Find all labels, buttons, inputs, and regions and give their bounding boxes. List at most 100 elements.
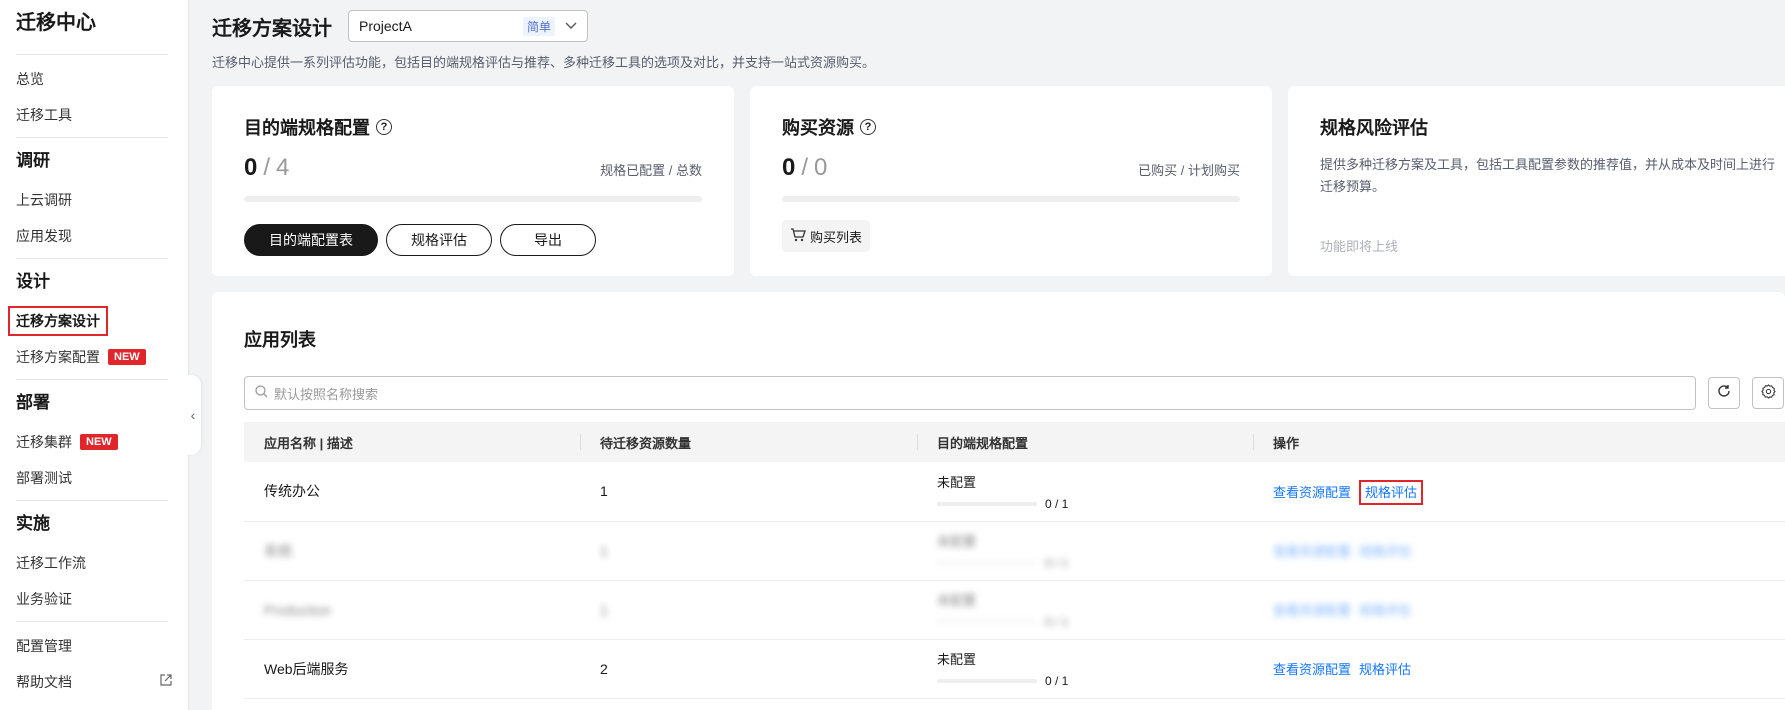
new-badge: NEW bbox=[108, 349, 146, 365]
sidebar-item-cloud-survey[interactable]: 上云调研 bbox=[16, 182, 188, 218]
sidebar-item-workflow[interactable]: 迁移工作流 bbox=[16, 545, 188, 581]
sidebar-item-help-docs[interactable]: 帮助文档 bbox=[16, 664, 188, 700]
spec-assess-link[interactable]: 规格评估 bbox=[1359, 479, 1424, 505]
coming-soon-label: 功能即将上线 bbox=[1320, 239, 1399, 254]
sidebar-item-migration-design[interactable]: 迁移方案设计 bbox=[8, 303, 188, 339]
operations-cell: 查看资源配置 规格评估 bbox=[1253, 639, 1785, 699]
resource-count: 1 bbox=[600, 601, 608, 618]
app-name-cell: Production bbox=[244, 580, 580, 640]
column-header: 操作 bbox=[1253, 422, 1785, 462]
operations-cell: 查看资源配置 规格评估 bbox=[1253, 580, 1785, 640]
progress-bar bbox=[782, 196, 1240, 202]
chevron-down-icon bbox=[565, 19, 577, 33]
sidebar-item-deploy-test[interactable]: 部署测试 bbox=[16, 460, 188, 496]
view-resource-config-link[interactable]: 查看资源配置 bbox=[1273, 662, 1351, 677]
app-name-cell: 传统办公 bbox=[244, 462, 580, 522]
column-header[interactable]: 应用名称 | 描述 bbox=[244, 422, 580, 462]
spec-assess-link[interactable]: 规格评估 bbox=[1359, 603, 1411, 618]
search-input[interactable]: 默认按照名称搜索 bbox=[244, 376, 1696, 410]
operations: 查看资源配置 规格评估 bbox=[1273, 543, 1419, 559]
sidebar-item-label: 迁移方案配置 bbox=[16, 349, 100, 365]
config-progress: 0 / 1 bbox=[937, 497, 1233, 511]
app-name-cell: 系统 bbox=[244, 521, 580, 581]
sidebar-item-migration-cluster[interactable]: 迁移集群 NEW bbox=[16, 424, 188, 460]
resource-count: 1 bbox=[600, 542, 608, 559]
search-placeholder: 默认按照名称搜索 bbox=[274, 386, 379, 402]
main-content: 迁移方案设计 ProjectA 简单 迁移中心提供一系列评估功能，包括目的端规格… bbox=[212, 0, 1785, 710]
column-header[interactable]: 目的端规格配置 bbox=[917, 422, 1253, 462]
app-name-cell: Web后端服务 bbox=[244, 639, 580, 699]
button-row: 目的端配置表 规格评估 导出 bbox=[244, 224, 702, 256]
settings-button[interactable] bbox=[1752, 377, 1784, 409]
chevron-left-icon: ‹ bbox=[190, 407, 196, 423]
project-select[interactable]: ProjectA 简单 bbox=[348, 10, 588, 42]
resource-count: 2 bbox=[600, 660, 608, 677]
config-count: 0 / 1 bbox=[1045, 615, 1069, 629]
app-name[interactable]: 传统办公 bbox=[264, 483, 320, 499]
app-name[interactable]: 系统 bbox=[264, 543, 292, 559]
config-progress: 0 / 1 bbox=[937, 615, 1233, 629]
config-progress: 0 / 1 bbox=[937, 674, 1233, 688]
resource-count: 1 bbox=[600, 483, 608, 500]
progress-bar bbox=[244, 196, 702, 202]
config-count: 0 / 1 bbox=[1045, 674, 1069, 688]
stat-row: 0 / 0 已购买 / 计划购买 bbox=[782, 154, 1240, 182]
sidebar-item-app-discovery[interactable]: 应用发现 bbox=[16, 218, 188, 254]
project-tag: 简单 bbox=[522, 16, 555, 36]
sidebar-section-implement: 实施 bbox=[16, 514, 50, 533]
table-row: 系统 1 未配置 0 / 1 查看资源配置 规格评估 bbox=[244, 521, 1785, 581]
spec-assess-button[interactable]: 规格评估 bbox=[386, 224, 492, 256]
export-button[interactable]: 导出 bbox=[500, 224, 596, 256]
sidebar-divider bbox=[16, 500, 168, 501]
resource-count-cell: 1 bbox=[580, 462, 917, 522]
column-header[interactable]: 待迁移资源数量 bbox=[580, 422, 917, 462]
config-progress-bar bbox=[937, 620, 1037, 624]
active-highlight: 迁移方案设计 bbox=[8, 306, 108, 336]
sidebar-item-business-verify[interactable]: 业务验证 bbox=[16, 581, 188, 617]
spec-config-card: 目的端规格配置 ? 0 / 4 规格已配置 / 总数 目的端配置表 规格评估 导… bbox=[212, 86, 734, 276]
refresh-button[interactable] bbox=[1708, 377, 1740, 409]
spec-config-status: 未配置 0 / 1 bbox=[937, 649, 1233, 688]
sidebar-item-config-mgmt[interactable]: 配置管理 bbox=[16, 628, 188, 664]
operations: 查看资源配置 规格评估 bbox=[1273, 661, 1419, 677]
stat-separator: / bbox=[263, 154, 271, 181]
config-progress-bar bbox=[937, 679, 1037, 683]
page-header: 迁移方案设计 ProjectA 简单 迁移中心提供一系列评估功能，包括目的端规格… bbox=[212, 0, 1785, 86]
sidebar-section-deploy: 部署 bbox=[16, 393, 50, 412]
view-resource-config-link[interactable]: 查看资源配置 bbox=[1273, 544, 1351, 559]
new-badge: NEW bbox=[80, 434, 118, 450]
spec-config-status: 未配置 0 / 1 bbox=[937, 590, 1233, 629]
sidebar-divider bbox=[16, 258, 168, 259]
page-title: 迁移方案设计 bbox=[212, 17, 332, 40]
card-title-text: 目的端规格配置 bbox=[244, 118, 370, 138]
view-resource-config-link[interactable]: 查看资源配置 bbox=[1273, 603, 1351, 618]
app-name[interactable]: Production bbox=[264, 602, 331, 618]
table-row: 传统办公 1 未配置 0 / 1 查看资源配置 规格评估 bbox=[244, 462, 1785, 522]
sidebar-collapse-button[interactable]: ‹ bbox=[185, 375, 201, 455]
config-status-label: 未配置 bbox=[937, 652, 977, 667]
config-progress: 0 / 1 bbox=[937, 556, 1233, 570]
help-icon[interactable]: ? bbox=[860, 119, 876, 135]
app-name[interactable]: Web后端服务 bbox=[264, 661, 349, 677]
sidebar-item-overview[interactable]: 总览 bbox=[16, 61, 188, 97]
card-title: 目的端规格配置 ? bbox=[244, 114, 702, 140]
sidebar-item-migration-config[interactable]: 迁移方案配置 NEW bbox=[16, 339, 188, 375]
spec-assess-link[interactable]: 规格评估 bbox=[1359, 662, 1411, 677]
table-row: Web后端服务 2 未配置 0 / 1 查看资源配置 规格评估 bbox=[244, 639, 1785, 699]
risk-assessment-card: 规格风险评估 提供多种迁移方案及工具，包括工具配置参数的推荐值，并从成本及时间上… bbox=[1288, 86, 1785, 276]
spec-config-status: 未配置 0 / 1 bbox=[937, 531, 1233, 570]
spec-config-cell: 未配置 0 / 1 bbox=[917, 521, 1253, 581]
sidebar-divider bbox=[16, 137, 168, 138]
card-title: 规格风险评估 bbox=[1320, 118, 1428, 138]
gear-icon bbox=[1760, 383, 1776, 403]
spec-config-cell: 未配置 0 / 1 bbox=[917, 580, 1253, 640]
help-icon[interactable]: ? bbox=[376, 119, 392, 135]
target-config-table-button[interactable]: 目的端配置表 bbox=[244, 224, 378, 256]
purchase-list-button[interactable]: 购买列表 bbox=[782, 220, 871, 252]
view-resource-config-link[interactable]: 查看资源配置 bbox=[1273, 485, 1351, 500]
sidebar-item-tools[interactable]: 迁移工具 bbox=[16, 97, 188, 133]
sidebar-title: 迁移中心 bbox=[16, 12, 96, 34]
refresh-icon bbox=[1717, 384, 1731, 402]
card-title-text: 购买资源 bbox=[782, 118, 854, 138]
spec-assess-link[interactable]: 规格评估 bbox=[1359, 544, 1411, 559]
